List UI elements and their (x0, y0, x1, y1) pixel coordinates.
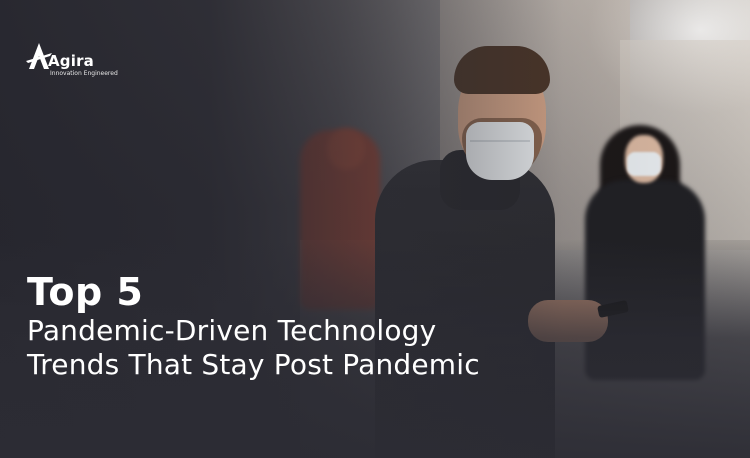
banner: Agira Innovation Engineered Top 5 Pandem… (0, 0, 750, 458)
logo-tagline: Innovation Engineered (50, 70, 118, 77)
headline: Top 5 Pandemic-Driven Technology Trends … (27, 270, 480, 382)
agira-logo[interactable]: Agira Innovation Engineered (26, 42, 118, 80)
headline-title: Top 5 (27, 270, 144, 314)
headline-subtitle-line1: Pandemic-Driven Technology (27, 314, 437, 347)
headline-subtitle-line2: Trends That Stay Post Pandemic (27, 348, 480, 381)
logo-name: Agira (48, 52, 95, 70)
